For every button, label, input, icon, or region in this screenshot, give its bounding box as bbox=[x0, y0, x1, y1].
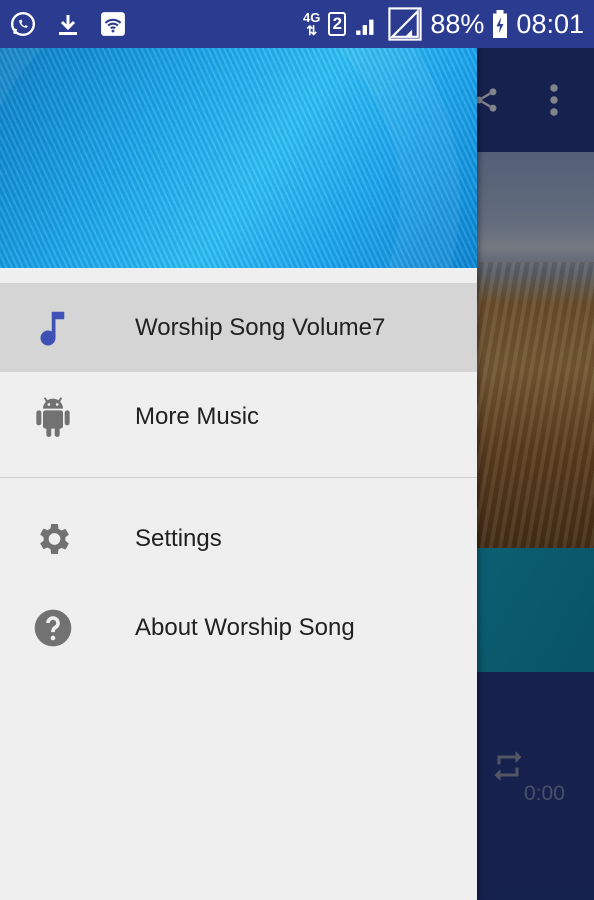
wifi-icon bbox=[100, 11, 126, 37]
drawer-item-label: More Music bbox=[135, 402, 260, 430]
status-bar: 4G ⇅ 2 88% 08:01 bbox=[0, 0, 594, 48]
drawer-item-more-music[interactable]: More Music bbox=[0, 372, 477, 461]
clock: 08:01 bbox=[516, 8, 584, 39]
drawer-item-about[interactable]: About Worship Song bbox=[0, 583, 477, 672]
drawer-item-settings[interactable]: Settings bbox=[0, 494, 477, 583]
signal-icon-2 bbox=[388, 7, 423, 41]
network-type: 4G ⇅ bbox=[303, 10, 321, 38]
navigation-drawer: Worship Song Volume7 More Music Settings… bbox=[0, 48, 477, 900]
drawer-divider bbox=[0, 477, 477, 478]
battery-level: 88% bbox=[430, 8, 485, 39]
music-note-icon bbox=[32, 307, 74, 349]
drawer-menu: Worship Song Volume7 More Music Settings… bbox=[0, 268, 477, 672]
help-icon bbox=[32, 607, 74, 649]
gear-icon bbox=[32, 518, 74, 560]
download-icon bbox=[56, 11, 80, 37]
drawer-item-label: Worship Song Volume7 bbox=[135, 313, 386, 341]
signal-icon bbox=[354, 11, 380, 37]
android-icon bbox=[32, 396, 74, 438]
battery-icon bbox=[492, 10, 508, 38]
drawer-item-label: Settings bbox=[135, 524, 222, 552]
drawer-item-label: About Worship Song bbox=[135, 613, 355, 641]
whatsapp-icon bbox=[10, 11, 36, 37]
sim-badge: 2 bbox=[328, 12, 347, 36]
drawer-header-image bbox=[0, 48, 477, 268]
drawer-item-worship-song-volume7[interactable]: Worship Song Volume7 bbox=[0, 283, 477, 372]
